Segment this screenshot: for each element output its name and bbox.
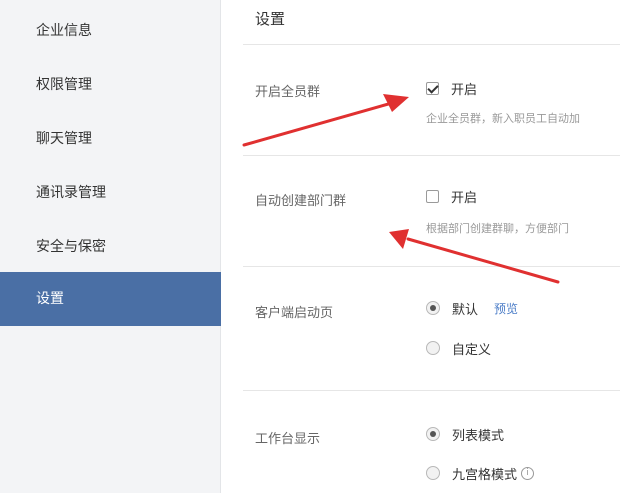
all-staff-group-desc: 企业全员群，新入职员工自动加 — [426, 112, 580, 125]
sidebar-item-contacts-management[interactable]: 通讯录管理 — [0, 166, 221, 220]
all-staff-group-option[interactable]: 开启 — [426, 78, 477, 98]
workbench-list-label: 列表模式 — [452, 428, 505, 444]
page-title: 设置 — [255, 10, 286, 28]
dept-group-label: 自动创建部门群 — [255, 194, 347, 209]
sidebar-item-chat-management[interactable]: 聊天管理 — [0, 112, 221, 166]
workbench-list-option[interactable]: 列表模式 — [426, 424, 504, 444]
client-start-page-label: 客户端启动页 — [255, 306, 334, 321]
workbench-display-label: 工作台显示 — [255, 432, 321, 447]
divider — [243, 44, 620, 45]
divider — [243, 266, 620, 267]
sidebar: 企业信息 权限管理 聊天管理 通讯录管理 安全与保密 设置 — [0, 0, 221, 493]
dept-group-desc: 根据部门创建群聊，方便部门 — [426, 222, 569, 235]
workbench-grid-label: 九宫格模式 — [452, 467, 518, 483]
dept-group-checkbox[interactable] — [426, 189, 439, 203]
workbench-grid-radio[interactable] — [426, 466, 440, 480]
start-page-default-label: 默认 — [452, 302, 479, 318]
all-staff-group-option-label: 开启 — [451, 82, 478, 98]
settings-panel: 设置 开启全员群 开启 企业全员群，新入职员工自动加 自动创建部门群 开启 根据… — [221, 0, 620, 493]
all-staff-group-checkbox[interactable] — [426, 81, 439, 95]
all-staff-group-label: 开启全员群 — [255, 85, 321, 100]
workbench-list-radio[interactable] — [426, 427, 440, 441]
start-page-default-radio[interactable] — [426, 301, 440, 315]
info-icon[interactable]: i — [521, 466, 535, 480]
sidebar-item-settings[interactable]: 设置 — [0, 272, 221, 326]
start-page-default-option[interactable]: 默认 预览 — [426, 298, 518, 318]
divider — [243, 155, 620, 156]
divider — [243, 390, 620, 391]
preview-link[interactable]: 预览 — [494, 300, 518, 317]
dept-group-option[interactable]: 开启 — [426, 186, 477, 206]
start-page-custom-option[interactable]: 自定义 — [426, 338, 491, 358]
start-page-custom-label: 自定义 — [452, 342, 492, 358]
dept-group-option-label: 开启 — [451, 190, 478, 206]
start-page-custom-radio[interactable] — [426, 341, 440, 355]
sidebar-item-company-info[interactable]: 企业信息 — [0, 4, 221, 58]
sidebar-item-permissions[interactable]: 权限管理 — [0, 58, 221, 112]
sidebar-item-security[interactable]: 安全与保密 — [0, 220, 221, 274]
workbench-grid-option[interactable]: 九宫格模式 i — [426, 463, 535, 483]
